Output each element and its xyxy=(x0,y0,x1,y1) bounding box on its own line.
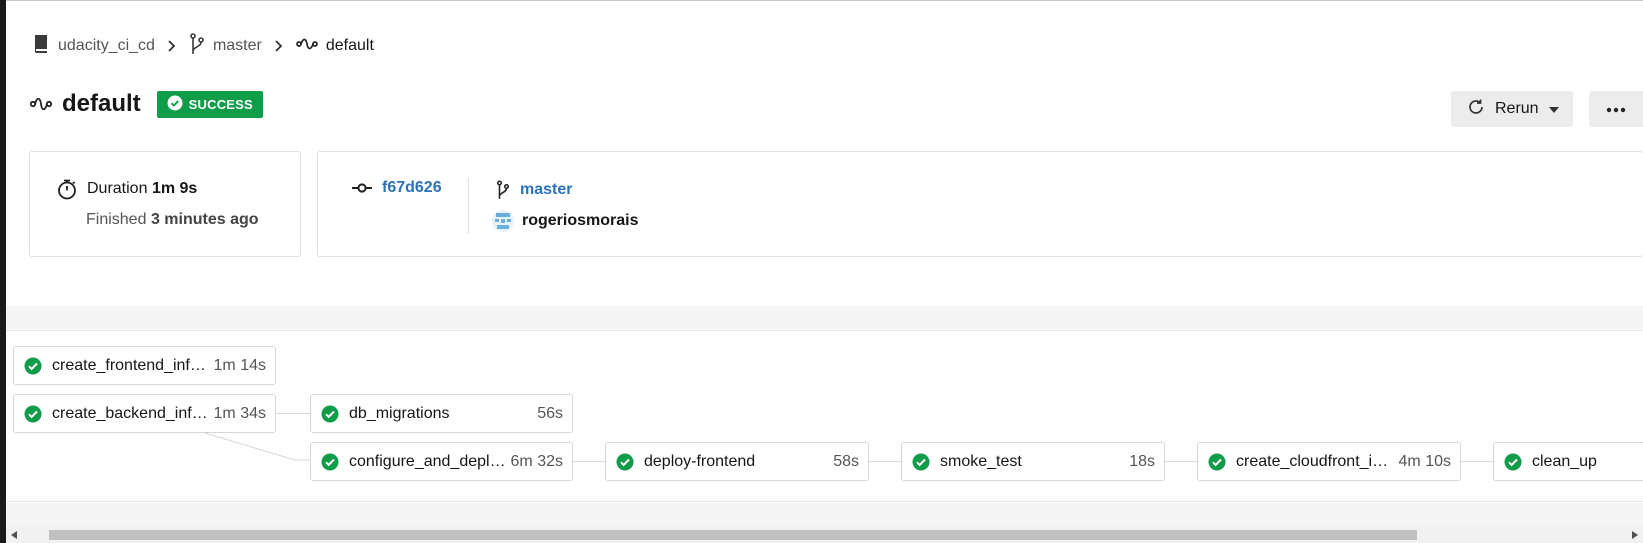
job-name: clean_up xyxy=(1532,452,1597,470)
git-branch-icon xyxy=(189,32,205,60)
job-connector xyxy=(276,413,310,414)
breadcrumb-branch[interactable]: master xyxy=(189,32,262,60)
finished-value: 3 minutes ago xyxy=(150,211,259,228)
job-name: deploy-frontend xyxy=(644,452,756,470)
job-duration: 1m 34s xyxy=(213,404,266,422)
breadcrumb-branch-label: master xyxy=(212,37,262,54)
duration-card: Duration 1m 9s Finished 3 minutes ago xyxy=(29,151,301,257)
scroll-left-icon[interactable] xyxy=(9,530,19,540)
user-name: rogeriosmorais xyxy=(522,212,639,229)
refresh-icon xyxy=(1467,98,1485,121)
job-clean-up[interactable]: clean_up xyxy=(1493,442,1643,481)
check-circle-icon xyxy=(167,95,183,114)
job-name: create_frontend_infra... xyxy=(52,356,210,374)
job-name: configure_and_deplo... xyxy=(349,452,507,470)
git-branch-icon xyxy=(496,179,510,201)
breadcrumb-project-label: udacity_ci_cd xyxy=(58,37,155,54)
job-configure-and-deploy[interactable]: configure_and_deplo... 6m 32s xyxy=(310,442,573,481)
page-title: default xyxy=(62,90,141,117)
status-badge-label: SUCCESS xyxy=(188,96,253,112)
job-create-cloudfront-infra[interactable]: create_cloudfront_inf... 4m 10s xyxy=(1197,442,1461,481)
breadcrumb-workflow-label: default xyxy=(325,37,374,54)
breadcrumb-workflow: default xyxy=(296,37,374,56)
duration-label: Duration xyxy=(87,180,148,197)
check-circle-icon xyxy=(321,453,339,471)
caret-down-icon xyxy=(1548,100,1559,118)
job-duration: 18s xyxy=(1129,452,1155,470)
job-duration: 58s xyxy=(833,452,859,470)
finished-label: Finished xyxy=(86,211,147,228)
stopwatch-icon xyxy=(56,178,78,200)
breadcrumb: udacity_ci_cd master default xyxy=(32,32,374,60)
horizontal-scrollbar[interactable] xyxy=(6,527,1643,543)
job-name: create_cloudfront_inf... xyxy=(1236,452,1395,470)
check-circle-icon xyxy=(616,453,634,471)
job-connector xyxy=(571,461,605,462)
job-smoke-test[interactable]: smoke_test 18s xyxy=(901,442,1165,481)
branch-link[interactable]: master xyxy=(496,179,572,201)
job-connector xyxy=(1459,461,1493,462)
job-db-migrations[interactable]: db_migrations 56s xyxy=(310,394,573,433)
job-create-frontend-infra[interactable]: create_frontend_infra... 1m 14s xyxy=(13,346,276,385)
breadcrumb-project[interactable]: udacity_ci_cd xyxy=(32,34,155,59)
graph-header-band xyxy=(6,306,1643,330)
duration-row: Duration 1m 9s xyxy=(56,178,197,200)
book-icon xyxy=(32,34,50,59)
check-circle-icon xyxy=(24,357,42,375)
pipeline-meta-card: f67d626 master rogeriosmorais xyxy=(317,151,1643,257)
job-deploy-frontend[interactable]: deploy-frontend 58s xyxy=(605,442,869,481)
meta-divider xyxy=(468,178,469,234)
commit-link[interactable]: f67d626 xyxy=(352,179,442,197)
finished-row: Finished 3 minutes ago xyxy=(86,211,259,229)
more-actions-button[interactable] xyxy=(1589,91,1643,127)
check-circle-icon xyxy=(912,453,930,471)
job-duration: 1m 14s xyxy=(213,356,266,374)
graph-footer-band xyxy=(6,503,1643,527)
workflow-icon xyxy=(30,96,52,112)
job-duration: 56s xyxy=(537,404,563,422)
job-name: db_migrations xyxy=(349,404,450,422)
status-badge: SUCCESS xyxy=(156,90,263,118)
title-row: default SUCCESS xyxy=(30,90,263,118)
rerun-label: Rerun xyxy=(1495,100,1539,117)
job-connector xyxy=(867,461,901,462)
workflow-icon xyxy=(296,37,318,56)
chevron-right-icon xyxy=(167,40,177,52)
job-duration: 4m 10s xyxy=(1398,452,1451,470)
top-divider xyxy=(6,0,1643,3)
git-commit-icon xyxy=(352,182,372,194)
job-duration: 6m 32s xyxy=(510,452,563,470)
ellipsis-icon xyxy=(1606,100,1626,118)
job-connector xyxy=(1163,461,1197,462)
scroll-right-icon[interactable] xyxy=(1630,530,1640,540)
rerun-button[interactable]: Rerun xyxy=(1451,91,1573,127)
chevron-right-icon xyxy=(274,40,284,52)
scrollbar-thumb[interactable] xyxy=(49,530,1417,540)
check-circle-icon xyxy=(321,405,339,423)
avatar xyxy=(492,210,514,232)
triggered-by-user[interactable]: rogeriosmorais xyxy=(492,210,638,232)
job-name: create_backend_infra... xyxy=(52,404,210,422)
commit-hash: f67d626 xyxy=(382,179,442,196)
job-create-backend-infra[interactable]: create_backend_infra... 1m 34s xyxy=(13,394,276,433)
check-circle-icon xyxy=(1208,453,1226,471)
job-name: smoke_test xyxy=(940,452,1022,470)
check-circle-icon xyxy=(24,405,42,423)
job-connector-diagonal xyxy=(204,432,310,461)
duration-value: 1m 9s xyxy=(151,180,198,197)
check-circle-icon xyxy=(1504,453,1522,471)
branch-name: master xyxy=(520,181,573,198)
